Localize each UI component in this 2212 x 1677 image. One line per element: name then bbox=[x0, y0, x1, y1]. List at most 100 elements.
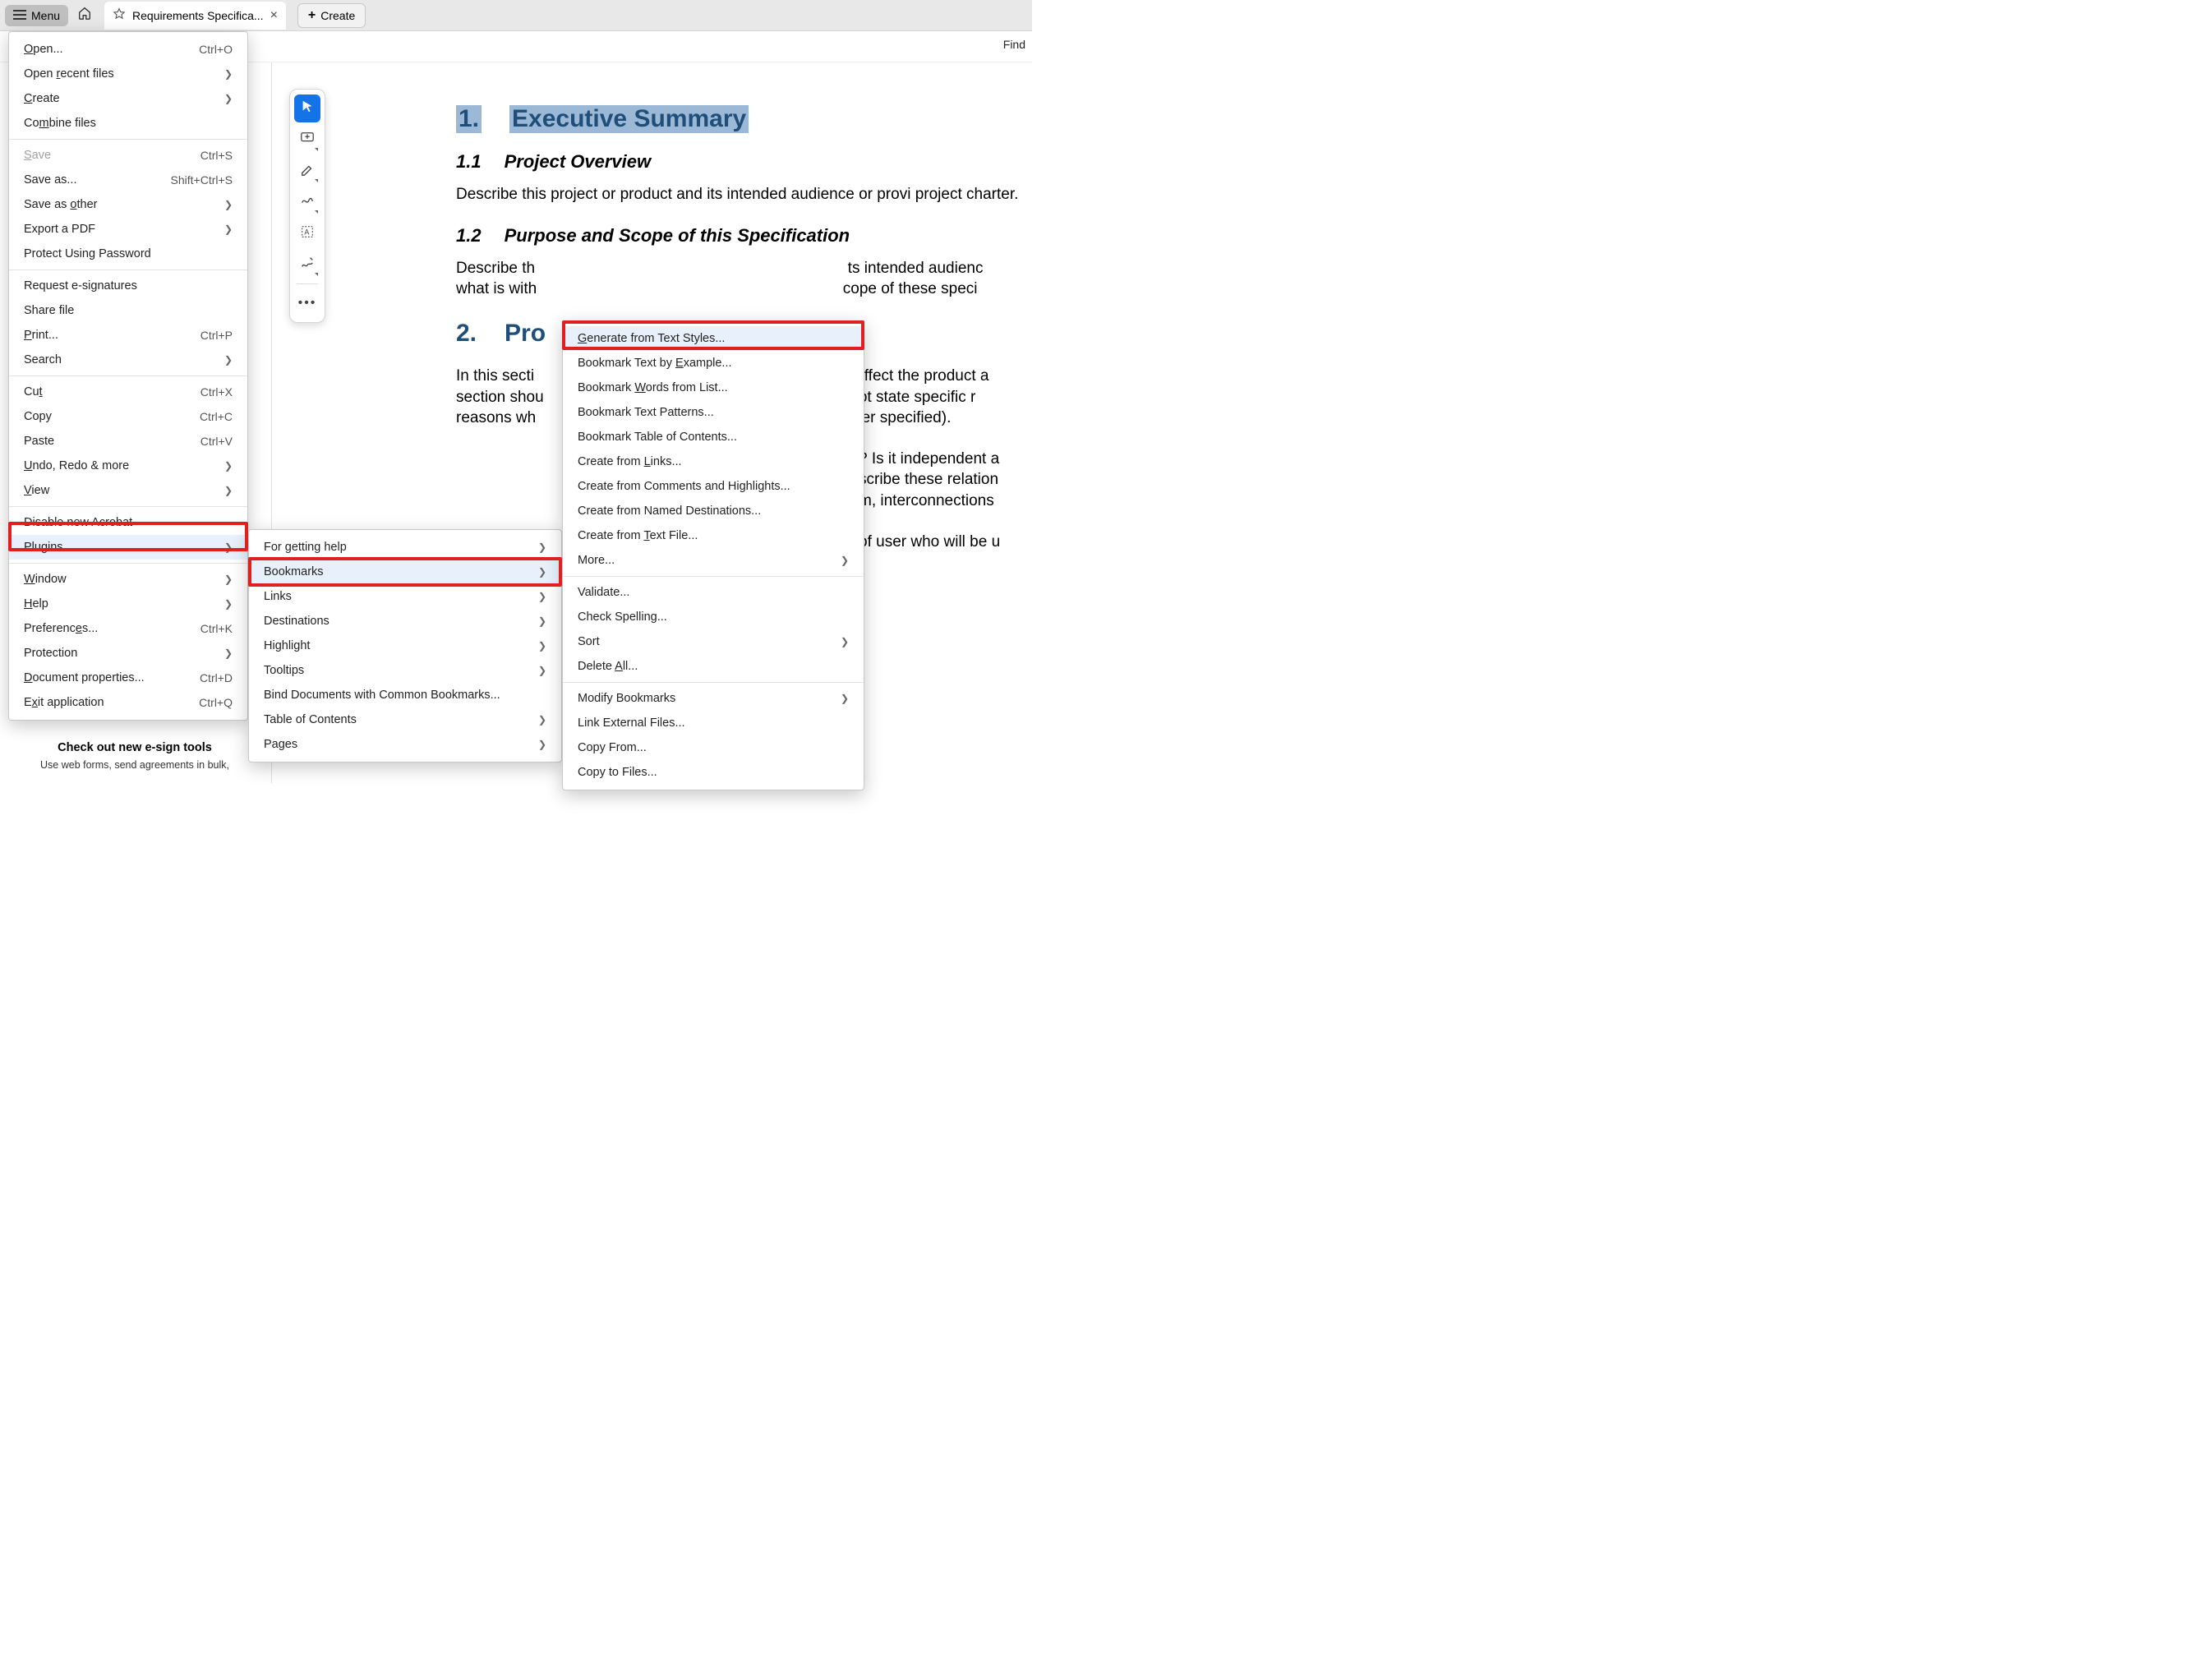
esign-promo-sub: Use web forms, send agreements in bulk, bbox=[20, 759, 250, 771]
tab-close-button[interactable]: × bbox=[270, 8, 278, 23]
svg-text:A: A bbox=[304, 228, 309, 236]
menu-item-label: Bookmark Words from List... bbox=[578, 380, 728, 396]
more-icon: ••• bbox=[298, 296, 317, 311]
document-tab[interactable]: Requirements Specifica... × bbox=[104, 2, 286, 30]
main-menu-item[interactable]: Save as...Shift+Ctrl+S bbox=[9, 168, 247, 192]
bookmarks-menu-separator bbox=[563, 576, 864, 577]
main-menu-item[interactable]: Disable new Acrobat bbox=[9, 510, 247, 535]
menu-item-label: Modify Bookmarks bbox=[578, 690, 675, 707]
plugins-menu-item[interactable]: Links❯ bbox=[249, 584, 561, 609]
menu-item-label: For getting help bbox=[264, 539, 347, 555]
home-button[interactable] bbox=[71, 2, 98, 29]
bookmarks-menu-item[interactable]: Generate from Text Styles... bbox=[563, 326, 864, 351]
menu-item-label: Link External Files... bbox=[578, 715, 685, 731]
main-menu-item[interactable]: Share file bbox=[9, 298, 247, 323]
menu-item-label: Exit application bbox=[24, 694, 104, 711]
heading2a-number: 1.1 bbox=[456, 151, 482, 173]
chevron-right-icon: ❯ bbox=[841, 633, 849, 650]
more-tools[interactable]: ••• bbox=[294, 289, 320, 317]
plugins-menu-item[interactable]: Table of Contents❯ bbox=[249, 707, 561, 732]
main-menu-item[interactable]: Request e-signatures bbox=[9, 274, 247, 298]
main-menu-item[interactable]: Save as other❯ bbox=[9, 192, 247, 217]
bookmarks-menu-item[interactable]: Bookmark Table of Contents... bbox=[563, 425, 864, 449]
plugins-menu-item[interactable]: Bind Documents with Common Bookmarks... bbox=[249, 683, 561, 707]
main-menu-item[interactable]: Export a PDF❯ bbox=[9, 217, 247, 242]
comment-tool[interactable] bbox=[294, 126, 320, 154]
plus-icon: + bbox=[308, 8, 316, 23]
chevron-right-icon: ❯ bbox=[538, 539, 546, 555]
bookmarks-menu-item[interactable]: Create from Text File... bbox=[563, 523, 864, 548]
bookmarks-menu-item[interactable]: Create from Links... bbox=[563, 449, 864, 474]
main-menu-item[interactable]: Search❯ bbox=[9, 348, 247, 372]
main-menu-item[interactable]: Protect Using Password bbox=[9, 242, 247, 266]
bookmarks-menu-item[interactable]: Create from Named Destinations... bbox=[563, 499, 864, 523]
bookmarks-menu-item[interactable]: Validate... bbox=[563, 580, 864, 605]
main-menu-item[interactable]: Exit applicationCtrl+Q bbox=[9, 690, 247, 715]
bookmarks-menu-item[interactable]: Bookmark Words from List... bbox=[563, 375, 864, 400]
menu-item-label: Preferences... bbox=[24, 620, 98, 637]
chevron-right-icon: ❯ bbox=[538, 588, 546, 605]
menu-item-label: Create from Links... bbox=[578, 454, 682, 470]
bookmarks-menu-item[interactable]: Sort❯ bbox=[563, 629, 864, 654]
main-menu-item[interactable]: Document properties...Ctrl+D bbox=[9, 666, 247, 690]
chevron-right-icon: ❯ bbox=[224, 66, 233, 82]
plugins-menu-item[interactable]: Destinations❯ bbox=[249, 609, 561, 633]
expand-indicator-icon bbox=[315, 148, 318, 151]
main-menu-item[interactable]: Open recent files ❯ bbox=[9, 62, 247, 86]
main-menu-item[interactable]: Open...Ctrl+O bbox=[9, 37, 247, 62]
bookmarks-menu-item[interactable]: Bookmark Text Patterns... bbox=[563, 400, 864, 425]
find-label[interactable]: Find bbox=[1003, 38, 1025, 51]
menu-item-label: Disable new Acrobat bbox=[24, 514, 132, 531]
select-tool[interactable] bbox=[294, 94, 320, 122]
main-menu-item[interactable]: Preferences...Ctrl+K bbox=[9, 616, 247, 641]
main-menu-item[interactable]: Create❯ bbox=[9, 86, 247, 111]
main-menu-item: SaveCtrl+S bbox=[9, 143, 247, 168]
menu-item-label: Check Spelling... bbox=[578, 609, 667, 625]
main-menu-item[interactable]: PasteCtrl+V bbox=[9, 429, 247, 454]
menu-item-label: Bind Documents with Common Bookmarks... bbox=[264, 687, 500, 703]
chevron-right-icon: ❯ bbox=[538, 564, 546, 580]
plugins-menu-item[interactable]: Highlight❯ bbox=[249, 633, 561, 658]
plugins-menu-item[interactable]: Tooltips❯ bbox=[249, 658, 561, 683]
main-menu-item[interactable]: CutCtrl+X bbox=[9, 380, 247, 404]
menu-item-label: Save as... bbox=[24, 172, 76, 188]
menu-item-label: Open... bbox=[24, 41, 63, 58]
bookmarks-menu-item[interactable]: Copy to Files... bbox=[563, 760, 864, 785]
chevron-right-icon: ❯ bbox=[841, 690, 849, 707]
plugins-menu-item[interactable]: Bookmarks❯ bbox=[249, 560, 561, 584]
main-menu-item[interactable]: Protection❯ bbox=[9, 641, 247, 666]
sign-tool[interactable] bbox=[294, 251, 320, 279]
bookmarks-menu-item[interactable]: More...❯ bbox=[563, 548, 864, 573]
highlight-tool[interactable] bbox=[294, 157, 320, 185]
chevron-right-icon: ❯ bbox=[224, 571, 233, 587]
chevron-right-icon: ❯ bbox=[224, 196, 233, 213]
main-menu-item[interactable]: Plugins❯ bbox=[9, 535, 247, 560]
star-icon bbox=[113, 7, 126, 23]
comment-icon bbox=[300, 131, 315, 150]
bookmarks-menu-item[interactable]: Create from Comments and Highlights... bbox=[563, 474, 864, 499]
plugins-menu-item[interactable]: For getting help ❯ bbox=[249, 535, 561, 560]
main-menu-item[interactable]: Undo, Redo & more❯ bbox=[9, 454, 247, 478]
bookmarks-menu-item[interactable]: Copy From... bbox=[563, 735, 864, 760]
bookmarks-menu-item[interactable]: Link External Files... bbox=[563, 711, 864, 735]
main-menu-item[interactable]: Combine files bbox=[9, 111, 247, 136]
plugins-menu-item[interactable]: Pages❯ bbox=[249, 732, 561, 757]
heading1b-number: 2. bbox=[456, 320, 477, 348]
main-menu-item[interactable]: Window❯ bbox=[9, 567, 247, 592]
textselect-tool[interactable]: A bbox=[294, 219, 320, 247]
menu-button[interactable]: Menu bbox=[5, 5, 68, 26]
main-menu-item[interactable]: CopyCtrl+C bbox=[9, 404, 247, 429]
bookmarks-menu-item[interactable]: Modify Bookmarks ❯ bbox=[563, 686, 864, 711]
esign-promo-title: Check out new e-sign tools bbox=[20, 741, 250, 754]
draw-tool[interactable] bbox=[294, 188, 320, 216]
create-button[interactable]: + Create bbox=[297, 3, 366, 28]
main-menu-item[interactable]: View❯ bbox=[9, 478, 247, 503]
menu-button-label: Menu bbox=[31, 9, 60, 22]
bookmarks-menu-item[interactable]: Bookmark Text by Example... bbox=[563, 351, 864, 375]
chevron-right-icon: ❯ bbox=[538, 613, 546, 629]
main-menu-item[interactable]: Help❯ bbox=[9, 592, 247, 616]
main-menu-item[interactable]: Print...Ctrl+P bbox=[9, 323, 247, 348]
bookmarks-menu-item[interactable]: Check Spelling... bbox=[563, 605, 864, 629]
bookmarks-menu-item[interactable]: Delete All... bbox=[563, 654, 864, 679]
menu-item-label: Open recent files bbox=[24, 66, 114, 82]
